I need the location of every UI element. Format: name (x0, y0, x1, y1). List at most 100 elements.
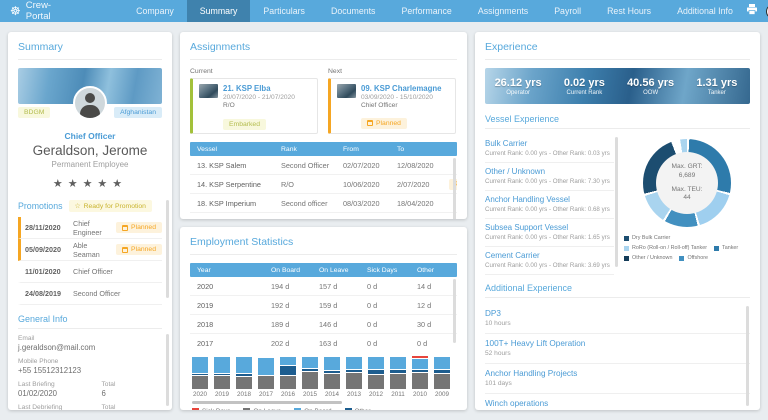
year-label-2018: 2018 (236, 391, 252, 398)
promotion-date: 05/09/2020 (25, 245, 73, 254)
vessel-experience-scrollbar[interactable] (615, 137, 618, 267)
bar-segment-on-board (434, 357, 450, 369)
chart-horizontal-scrollbar[interactable] (192, 401, 342, 404)
nav-tab-company[interactable]: Company (123, 0, 187, 22)
bar-segment-on-board (346, 357, 362, 369)
employment-on-board: 189 d (271, 320, 319, 329)
promotion-rank: Chief Engineer (73, 219, 116, 237)
nav-tab-additional-info[interactable]: Additional Info (664, 0, 746, 22)
bar-2012[interactable] (368, 356, 384, 389)
additional-experience-item[interactable]: DP310 hours (485, 304, 750, 334)
vessel-experience-item[interactable]: Subsea Support VesselCurrent Rank: 0.00 … (485, 219, 614, 247)
current-assignment-card[interactable]: 21. KSP Elba 20/07/2020 - 21/07/2020 R/O… (190, 78, 318, 134)
general-info-scrollbar[interactable] (166, 334, 169, 406)
additional-experience-item[interactable]: 100T+ Heavy Lift Operation52 hours (485, 334, 750, 364)
bar-segment-other (412, 370, 428, 372)
bar-segment-on-leave (412, 373, 428, 389)
last-debriefing-label: Last Debriefing (18, 404, 102, 410)
bar-segment-on-leave (434, 374, 450, 389)
bar-2013[interactable] (346, 356, 362, 389)
profile-photo[interactable] (73, 86, 107, 120)
year-label-2011: 2011 (390, 391, 406, 398)
bar-2015[interactable] (302, 356, 318, 389)
max-grt-value: 6,689 (679, 172, 696, 181)
employment-row[interactable]: 2019192 d159 d0 d12 d (190, 296, 457, 315)
stat-value: 40.56 yrs (618, 77, 684, 89)
promotion-row[interactable]: 28/11/2020Chief EngineerPlanned (18, 217, 162, 239)
bar-2011[interactable] (390, 356, 406, 389)
nav-tab-performance[interactable]: Performance (388, 0, 464, 22)
next-role: Chief Officer (361, 102, 441, 109)
additional-experience-item[interactable]: Winch operations104 hours (485, 394, 750, 410)
year-label-2015: 2015 (302, 391, 318, 398)
promotion-status-text: Planned (131, 246, 156, 253)
vessel-experience-item[interactable]: Other / UnknownCurrent Rank: 0.00 yrs - … (485, 163, 614, 191)
briefing-total-value: 6 (102, 389, 162, 398)
employment-row[interactable]: 2018189 d146 d0 d30 d (190, 315, 457, 334)
additional-experience-item[interactable]: Anchor Handling Projects101 days (485, 364, 750, 394)
bar-2014[interactable] (324, 356, 340, 389)
employment-row[interactable]: 2020194 d157 d0 d14 d (190, 277, 457, 296)
assignment-rank: R/O (281, 180, 343, 189)
assignment-from: 08/03/2020 (343, 199, 397, 208)
vessel-experience-item[interactable]: Anchor Handling VesselCurrent Rank: 0.00… (485, 191, 614, 219)
legend-label: Sick Days (202, 408, 230, 410)
assignments-table: VesselRankFromTo 13. KSP SalemSecond Off… (190, 142, 457, 219)
vessel-experience-item[interactable]: Bulk CarrierCurrent Rank: 0.00 yrs - Oth… (485, 135, 614, 163)
bar-2019[interactable] (214, 356, 230, 389)
bar-2017[interactable] (258, 357, 274, 389)
promotion-date: 24/08/2019 (25, 289, 73, 298)
nav-tabs: CompanySummaryParticularsDocumentsPerfor… (123, 0, 746, 22)
bar-2010[interactable] (412, 355, 428, 389)
bar-segment-on-board (192, 357, 208, 373)
bar-2016[interactable] (280, 356, 296, 389)
assignment-vessel: 21. KSP Elba (197, 218, 281, 220)
year-label-2010: 2010 (412, 391, 428, 398)
assignment-rank: Second Officer (281, 161, 343, 170)
promotions-title: Promotions (18, 201, 63, 211)
promotions-scrollbar[interactable] (166, 200, 169, 298)
additional-experience-name: 100T+ Heavy Lift Operation (485, 339, 750, 348)
promotion-row[interactable]: 11/01/2020Chief Officer (18, 261, 162, 283)
bar-segment-other (346, 370, 362, 373)
assignment-row[interactable]: 13. KSP SalemSecond Officer02/07/202012/… (190, 156, 457, 175)
print-icon[interactable] (746, 2, 758, 20)
current-vessel-name[interactable]: 21. KSP Elba (223, 84, 295, 93)
max-teu-value: 44 (683, 194, 690, 203)
email-label: Email (18, 335, 162, 342)
vessel-type-name: Bulk Carrier (485, 139, 614, 148)
vessel-experience-item[interactable]: Cement CarrierCurrent Rank: 0.00 yrs - O… (485, 247, 614, 275)
nav-tab-payroll[interactable]: Payroll (541, 0, 594, 22)
assignment-row[interactable]: 14. KSP SerpentineR/O10/06/20202/07/2020… (190, 175, 457, 194)
promotion-row[interactable]: 24/08/2019Second Officer (18, 283, 162, 305)
bar-2009[interactable] (434, 356, 450, 389)
assignment-row[interactable]: 18. KSP ImperiumSecond officer08/03/2020… (190, 194, 457, 213)
legend-item-other: Other (345, 408, 371, 410)
assignments-table-scrollbar[interactable] (453, 158, 456, 219)
next-vessel-name[interactable]: 09. KSP Charlemagne (361, 84, 441, 93)
next-assignment-card[interactable]: 09. KSP Charlemagne 03/09/2020 - 15/10/2… (328, 78, 456, 134)
assignment-rank: Third Officer (281, 218, 343, 220)
nav-tab-assignments[interactable]: Assignments (465, 0, 541, 22)
bar-2020[interactable] (192, 356, 208, 389)
top-navbar: ☸ Crew-Portal CompanySummaryParticularsD… (0, 0, 768, 22)
nav-tab-rest-hours[interactable]: Rest Hours (594, 0, 664, 22)
bar-segment-on-board (368, 357, 384, 369)
employment-row[interactable]: 2017202 d163 d0 d0 d (190, 334, 457, 351)
additional-experience-name: DP3 (485, 309, 750, 318)
next-status-badge: Planned (361, 118, 407, 129)
experience-stat-tanker: 1.31 yrsTanker (684, 77, 750, 96)
promotion-icon: ☆ (75, 202, 81, 210)
vessel-type-name: Subsea Support Vessel (485, 223, 614, 232)
additional-experience-scrollbar[interactable] (746, 306, 749, 406)
nav-tab-particulars[interactable]: Particulars (250, 0, 318, 22)
nav-tab-summary[interactable]: Summary (187, 0, 251, 22)
employment-table-scrollbar[interactable] (453, 279, 456, 343)
bar-2018[interactable] (236, 356, 252, 389)
legend-item-on-board: On Board (294, 408, 331, 410)
donut-legend-item-other-unknown: Other / Unknown (624, 255, 672, 261)
promotion-date: 28/11/2020 (25, 223, 73, 232)
promotion-row[interactable]: 05/09/2020Able SeamanPlanned (18, 239, 162, 261)
nav-tab-documents[interactable]: Documents (318, 0, 389, 22)
assignment-row[interactable]: 21. KSP ElbaThird Officer01/03/202007/03… (190, 213, 457, 219)
